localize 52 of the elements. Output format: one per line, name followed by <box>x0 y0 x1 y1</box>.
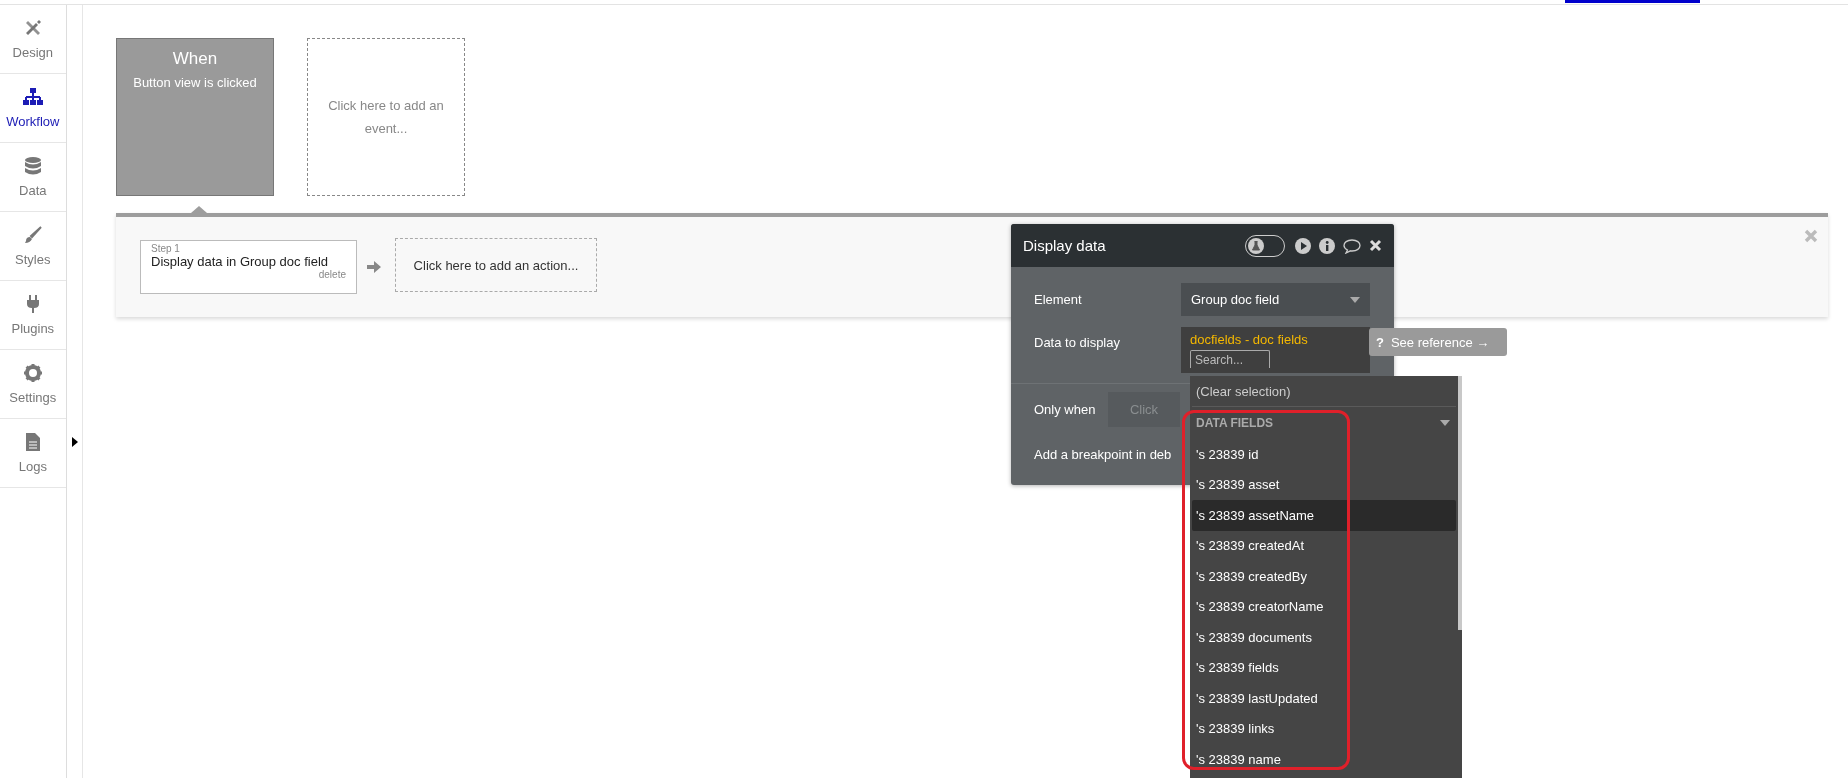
scrollbar[interactable] <box>1458 376 1462 630</box>
panel-title: Display data <box>1023 237 1106 254</box>
dropdown-option[interactable]: 's 23839 createdAt <box>1192 530 1456 561</box>
sidebar-item[interactable]: Data <box>0 143 66 212</box>
dropdown-option[interactable]: 's 23839 links <box>1192 713 1456 744</box>
flask-icon <box>1248 237 1264 254</box>
document-icon <box>25 432 40 451</box>
sidebar-item[interactable]: Settings <box>0 350 66 419</box>
dropdown-option[interactable]: 's 23839 assetName <box>1192 500 1456 531</box>
data-expression-field[interactable]: docfields - doc fields Search... <box>1181 327 1370 373</box>
step-card[interactable]: Step 1 Display data in Group doc field delete <box>140 240 357 294</box>
search-field[interactable]: Search... <box>1190 350 1270 368</box>
brush-icon <box>23 225 42 244</box>
field-label: Data to display <box>1034 334 1121 350</box>
info-icon[interactable] <box>1319 237 1335 254</box>
add-event-placeholder[interactable]: Click here to add an event... <box>307 38 465 196</box>
delete-link[interactable]: delete <box>318 269 346 280</box>
step-title: Display data in Group doc field <box>151 254 330 269</box>
sidebar-item[interactable]: Logs <box>0 419 66 488</box>
sidebar-item[interactable]: Styles <box>0 212 66 281</box>
expand-arrow-icon[interactable] <box>71 437 78 447</box>
caret-icon[interactable] <box>1440 420 1450 426</box>
plug-icon <box>25 294 40 313</box>
database-icon <box>24 156 41 175</box>
sidebar-item[interactable]: Workflow <box>0 74 66 143</box>
clear-selection-option[interactable]: (Clear selection) <box>1192 376 1456 407</box>
dropdown-option[interactable]: 's 23839 creatorName <box>1192 591 1456 622</box>
settings-icon <box>23 363 42 382</box>
field-label: Element <box>1034 292 1083 307</box>
right-arrow-icon <box>367 261 381 273</box>
breakpoint-label: Add a breakpoint in deb <box>1034 447 1172 462</box>
dropdown-option[interactable]: 's 23839 asset <box>1192 469 1456 500</box>
play-icon[interactable] <box>1295 237 1311 254</box>
sidebar-item[interactable]: Design <box>0 5 66 74</box>
dropdown-option[interactable]: 's 23839 fields <box>1192 652 1456 683</box>
step-number: Step 1 <box>151 243 181 254</box>
dropdown-option[interactable]: 's 23839 documents <box>1192 622 1456 653</box>
add-action-placeholder[interactable]: Click here to add an action... <box>395 238 597 292</box>
close-icon[interactable] <box>1369 239 1382 252</box>
caret-icon <box>1350 296 1360 303</box>
dropdown-option[interactable]: 's 23839 name <box>1192 744 1456 775</box>
event-subtitle: Button view is clicked <box>133 75 257 90</box>
hierarchy-icon <box>22 87 43 106</box>
dropdown-option[interactable]: 's 23839 lastUpdated <box>1192 683 1456 714</box>
element-dropdown[interactable]: Group doc field <box>1181 283 1370 316</box>
dropdown-option[interactable]: 's 23839 id <box>1192 439 1456 470</box>
comment-icon[interactable] <box>1343 237 1361 254</box>
dropdown-option[interactable]: 's 23839 createdBy <box>1192 561 1456 592</box>
event-title: When <box>172 49 218 69</box>
field-label: Only when <box>1034 402 1097 417</box>
section-header: DATA FIELDS <box>1196 416 1274 430</box>
sidebar-item[interactable]: Plugins <box>0 281 66 350</box>
